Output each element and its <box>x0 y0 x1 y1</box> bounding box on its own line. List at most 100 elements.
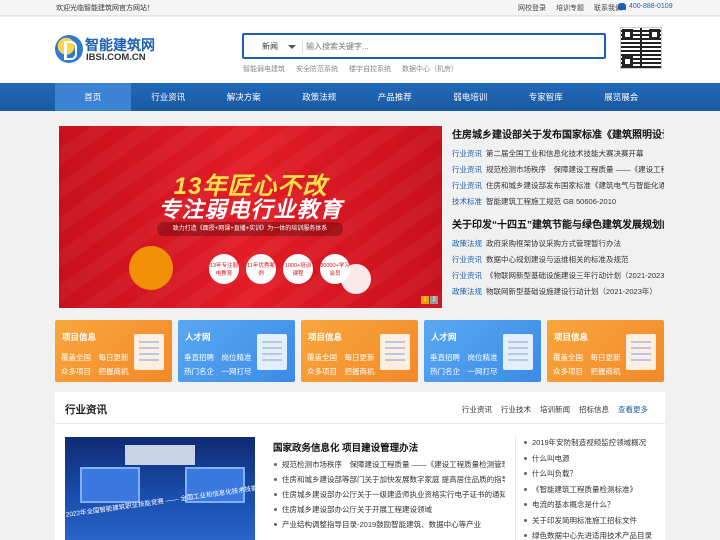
hot-keyword[interactable]: 智能弱电建筑 <box>243 64 285 74</box>
hot-keywords: 智能弱电建筑 安全防范系统 楼宇自控系统 数据中心（机房） <box>243 64 458 74</box>
nav-solutions[interactable]: 解决方案 <box>206 83 282 111</box>
news-item[interactable]: 行业资讯 第二届全国工业和信息化技术技能大赛决赛开幕 <box>452 146 664 162</box>
nav-training[interactable]: 弱电培训 <box>433 83 509 111</box>
featured-headline[interactable]: 国家政务信息化 项目建设管理办法 <box>273 441 505 457</box>
list-item[interactable]: 产业结构调整指导目录-2019鼓励智能建筑、数据中心等产业 <box>273 517 505 532</box>
top-link-login[interactable]: 网校登录 <box>518 3 546 13</box>
nav-experts[interactable]: 专家智库 <box>508 83 584 111</box>
document-icon <box>626 334 656 370</box>
tile-text: 众多项目 把握商机 <box>553 367 621 376</box>
top-link-training[interactable]: 培训专题 <box>556 3 584 13</box>
list-item[interactable]: 住房和城乡建设部等部门关于加快发展数字家庭 提高居住品质的指导意见 <box>273 472 505 487</box>
news-photo[interactable]: 2022年全国智能建筑职业技能竞赛 —— 全国工业和信息化技术技能大赛 <box>65 437 255 540</box>
hot-keyword[interactable]: 楼宇自控系统 <box>349 64 391 74</box>
photo-stage <box>125 445 195 465</box>
news-title[interactable]: 数据中心规划建设与运维相关的标准及规范 <box>486 255 629 264</box>
news-tag[interactable]: 行业资讯 <box>452 149 482 158</box>
list-item[interactable]: 住房城乡建设部办公厅关于一级建造师执业资格实行电子证书的通知 <box>273 487 505 502</box>
banner-stat: 30000+学习会员 <box>320 254 350 284</box>
nav-industry-news[interactable]: 行业资讯 <box>131 83 207 111</box>
qr-code-icon <box>620 27 662 69</box>
news-item[interactable]: 行业资讯住房和城乡建设部发布国家标准《建筑电气与智能化通用规范》 <box>452 178 664 194</box>
document-icon <box>134 334 164 370</box>
search-box: 新闻 <box>242 33 606 59</box>
qr-corner <box>622 56 633 67</box>
nav-products[interactable]: 产品推荐 <box>357 83 433 111</box>
news-title[interactable]: 智能建筑工程施工规范 GB 50606-2010 <box>486 197 616 206</box>
tab-industry-tech[interactable]: 行业技术 <box>501 404 531 415</box>
nav-home[interactable]: 首页 <box>55 83 131 111</box>
tile-project-info[interactable]: 项目信息 覆盖全国 每日更新 众多项目 把握商机 <box>547 320 664 382</box>
tile-project-info[interactable]: 项目信息 覆盖全国 每日更新 众多项目 把握商机 <box>55 320 172 382</box>
tile-title: 项目信息 <box>308 332 343 342</box>
tile-text: 众多项目 把握商机 <box>307 367 375 376</box>
news-item[interactable]: 行业资讯 《物联网新型基础设施建设三年行动计划（2021-2023年）》 <box>452 268 664 284</box>
banner-subheadline: 专注弱电行业教育 <box>158 197 343 222</box>
list-item[interactable]: 《智能建筑工程质量检测标准》 <box>524 482 657 498</box>
headline-news: 住房城乡建设部关于发布国家标准《建筑照明设计标准》的公告 行业资讯第二届全国工业… <box>452 126 664 308</box>
tile-text: 覆盖全国 每日更新 <box>61 353 129 362</box>
list-item[interactable]: 什么叫电源 <box>524 451 657 467</box>
news-item[interactable]: 技术标准 智能建筑工程施工规范 GB 50606-2010 <box>452 194 664 210</box>
hot-keyword[interactable]: 安全防范系统 <box>296 64 338 74</box>
news-tag[interactable]: 政策法规 <box>452 287 482 296</box>
tile-title: 项目信息 <box>62 332 97 342</box>
news-tag[interactable]: 行业资讯 <box>452 271 482 280</box>
tile-project-info[interactable]: 项目信息 覆盖全国 每日更新 众多项目 把握商机 <box>301 320 418 382</box>
banner-tagline: 致力打造《面授+网课+直播+实训》为一体的培训服务体系 <box>157 222 343 236</box>
tile-text: 众多项目 把握商机 <box>61 367 129 376</box>
hotline: 400-888-0109 <box>618 3 673 10</box>
list-item[interactable]: 关于印发简明标准施工招标文件 <box>524 513 657 529</box>
news-tag[interactable]: 行业资讯 <box>452 255 482 264</box>
tab-tender-info[interactable]: 招标信息 <box>579 404 609 415</box>
search-divider <box>302 40 303 53</box>
banner-page-2[interactable]: 2 <box>430 296 438 304</box>
news-title[interactable]: 规范检测市场秩序 保障建设工程质量 ——《建设工程质量检测管理办法》解读 <box>486 165 664 174</box>
news-title[interactable]: 住房和城乡建设部发布国家标准《建筑电气与智能化通用规范》 <box>486 181 664 190</box>
nav-policy[interactable]: 政策法规 <box>282 83 358 111</box>
search-category-select[interactable]: 新闻 <box>262 41 278 52</box>
document-icon <box>503 334 533 370</box>
news-tag[interactable]: 行业资讯 <box>452 181 482 190</box>
service-tiles: 项目信息 覆盖全国 每日更新 众多项目 把握商机 人才网 垂直招聘 岗位精准 热… <box>55 320 665 382</box>
hero-banner[interactable]: 13年匠心不改 专注弱电行业教育 致力打造《面授+网课+直播+实训》为一体的培训… <box>59 126 442 308</box>
tile-title: 人才网 <box>431 332 457 342</box>
hotline-number: 400-888-0109 <box>629 3 673 10</box>
tile-title: 人才网 <box>185 332 211 342</box>
tile-talent[interactable]: 人才网 垂直招聘 岗位精准 热门名企 一网打尽 <box>424 320 541 382</box>
tile-talent[interactable]: 人才网 垂直招聘 岗位精准 热门名企 一网打尽 <box>178 320 295 382</box>
news-tag[interactable]: 行业资讯 <box>452 165 482 174</box>
list-item[interactable]: 电流的基本概念是什么？ <box>524 497 657 513</box>
news-tag[interactable]: 政策法规 <box>452 239 482 248</box>
chevron-down-icon[interactable] <box>288 45 296 49</box>
news-item[interactable]: 政策法规 政府采购框架协议采购方式管理暂行办法 <box>452 236 664 252</box>
industry-news-section: 行业资讯 行业资讯 行业技术 培训新闻 招标信息 查看更多 2022年全国智能建… <box>55 392 665 540</box>
qr-corner <box>649 29 660 40</box>
list-item[interactable]: 规范检测市场秩序 保障建设工程质量 ——《建设工程质量检测管理办法》解读 <box>273 457 505 472</box>
news-item[interactable]: 行业资讯规范检测市场秩序 保障建设工程质量 ——《建设工程质量检测管理办法》解读 <box>452 162 664 178</box>
news-item[interactable]: 行业资讯 数据中心规划建设与运维相关的标准及规范 <box>452 252 664 268</box>
view-more-link[interactable]: 查看更多 <box>618 404 648 415</box>
site-logo[interactable]: 智能建筑网 IBSI.COM.CN <box>55 35 155 65</box>
top-links: 网校登录 培训专题 联系我们 <box>518 3 622 13</box>
tab-training-news[interactable]: 培训新闻 <box>540 404 570 415</box>
news-title[interactable]: 政府采购框架协议采购方式管理暂行办法 <box>486 239 621 248</box>
nav-exhibitions[interactable]: 展览展会 <box>584 83 660 111</box>
news-headline[interactable]: 住房城乡建设部关于发布国家标准《建筑照明设计标准》的公告 <box>452 126 664 146</box>
tab-industry-news[interactable]: 行业资讯 <box>462 404 492 415</box>
news-tag[interactable]: 技术标准 <box>452 197 482 206</box>
tile-text: 热门名企 一网打尽 <box>430 367 498 376</box>
news-headline[interactable]: 关于印发“十四五”建筑节能与绿色建筑发展规划的通知 <box>452 216 664 236</box>
banner-page-1[interactable]: 1 <box>421 296 429 304</box>
list-item[interactable]: 绿色数据中心先进适用技术产品目录 <box>524 528 657 540</box>
news-item[interactable]: 政策法规 物联网新型基础设施建设行动计划（2021-2023年） <box>452 284 664 300</box>
search-input[interactable] <box>306 38 586 54</box>
list-item[interactable]: 什么叫负载？ <box>524 466 657 482</box>
list-item[interactable]: 2019年安防制造视频监控领域概况 <box>524 435 657 451</box>
list-item[interactable]: 住房城乡建设部办公厅关于开展工程建设领域 <box>273 502 505 517</box>
welcome-text: 欢迎光临智能建筑网官方网站！ <box>56 5 154 12</box>
hot-keyword[interactable]: 数据中心（机房） <box>402 64 458 74</box>
news-title[interactable]: 《物联网新型基础设施建设三年行动计划（2021-2023年）》 <box>486 271 664 280</box>
news-title[interactable]: 第二届全国工业和信息化技术技能大赛决赛开幕 <box>486 149 644 158</box>
news-title[interactable]: 物联网新型基础设施建设行动计划（2021-2023年） <box>486 287 657 296</box>
